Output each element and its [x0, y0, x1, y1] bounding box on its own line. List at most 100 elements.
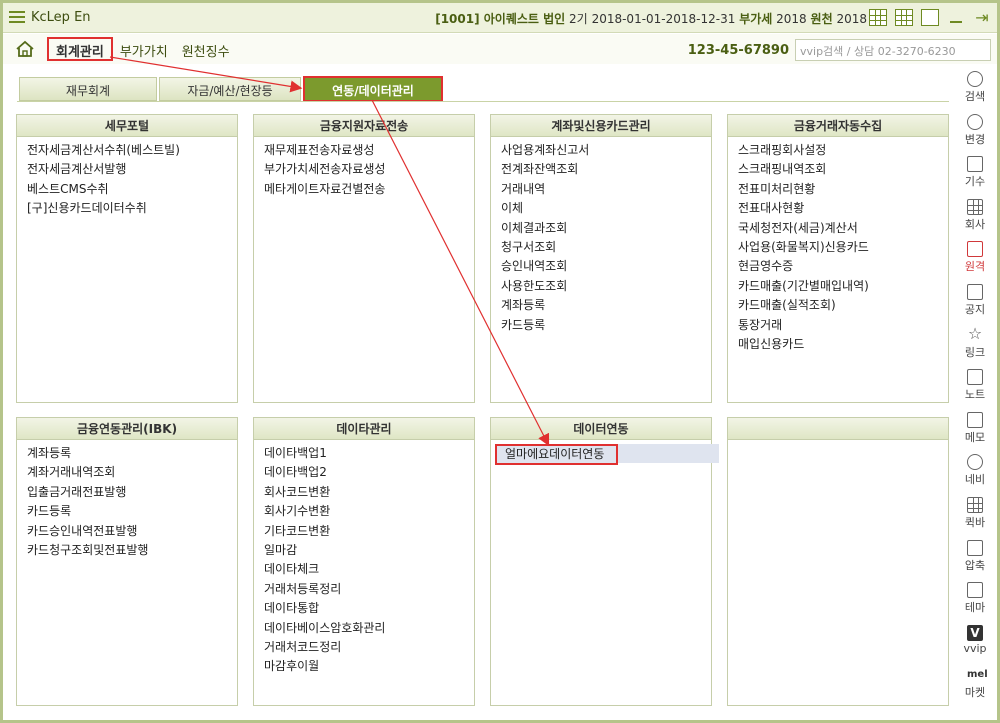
sidebar-item-remote[interactable]: 원격	[956, 241, 994, 280]
list-item[interactable]: 승인내역조회	[501, 257, 701, 276]
sidebar-label: 회사	[964, 217, 986, 231]
calculator-icon[interactable]	[869, 9, 887, 26]
list-item[interactable]: 계좌등록	[501, 296, 701, 315]
list-item[interactable]: 거래처코드정리	[264, 638, 464, 657]
list-item[interactable]: 카드청구조회및전표발행	[27, 541, 227, 560]
list-item[interactable]: 데이타통합	[264, 599, 464, 618]
layout-icon[interactable]	[895, 9, 913, 26]
company-period-info: [1001] 아이퀘스트 법인 2기 2018-01-01-2018-12-31…	[435, 10, 867, 27]
hamburger-menu-icon[interactable]	[9, 11, 25, 23]
sidebar-item-memo[interactable]: 메모	[956, 411, 994, 451]
compress-icon	[967, 539, 983, 556]
home-icon[interactable]	[15, 40, 35, 58]
panel-data-management: 데이타관리 데이타백업1 데이타백업2 회사코드변환 회사기수변환 기타코드변환…	[253, 417, 475, 706]
list-item[interactable]: 베스트CMS수취	[27, 180, 227, 199]
menu-withholding[interactable]: 원천징수	[175, 37, 237, 61]
sidebar-label: 기수	[964, 175, 986, 189]
panel-list: 얼마에요데이터연동	[491, 440, 719, 467]
list-item[interactable]: 통장거래	[738, 316, 938, 335]
list-item[interactable]: 사용한도조회	[501, 277, 701, 296]
list-item-selected[interactable]: 얼마에요데이터연동	[495, 444, 719, 465]
list-item[interactable]: 전자세금계산서수취(베스트빌)	[27, 141, 227, 160]
list-item[interactable]: 부가가치세전송자료생성	[264, 160, 464, 179]
remote-icon	[967, 241, 983, 258]
market-icon: mel	[967, 669, 988, 681]
list-item[interactable]: 카드등록	[27, 502, 227, 521]
list-item[interactable]: 메타게이트자료건별전송	[264, 180, 464, 199]
sidebar-item-quickbar[interactable]: 퀵바	[956, 496, 994, 536]
business-number: 123-45-67890	[687, 43, 789, 58]
navi-icon	[967, 454, 983, 471]
list-item[interactable]: 계좌등록	[27, 444, 227, 463]
window-controls: ⇥	[869, 9, 991, 26]
sidebar-item-period[interactable]: 기수	[956, 156, 994, 195]
list-item[interactable]: 데이타백업1	[264, 444, 464, 463]
sidebar-item-change[interactable]: 변경	[956, 113, 994, 153]
sidebar-item-navi[interactable]: 네비	[956, 454, 994, 493]
list-item[interactable]: 데이타백업2	[264, 463, 464, 482]
app-window: KcLep En [1001] 아이퀘스트 법인 2기 2018-01-01-2…	[0, 0, 1000, 723]
list-item[interactable]: 카드승인내역전표발행	[27, 522, 227, 541]
vvip-search-input[interactable]: vvip검색 / 상담 02-3270-6230	[795, 39, 991, 61]
list-item[interactable]: 청구서조회	[501, 238, 701, 257]
sidebar-item-market[interactable]: mel 마켓	[956, 667, 994, 706]
list-item[interactable]: 사업용계좌신고서	[501, 141, 701, 160]
list-item[interactable]: [구]신용카드데이터수취	[27, 199, 227, 218]
panel-empty	[727, 417, 949, 706]
list-item[interactable]: 일마감	[264, 541, 464, 560]
panel-title: 계좌및신용카드관리	[491, 115, 711, 137]
list-item[interactable]: 회사기수변환	[264, 502, 464, 521]
sidebar-label: 노트	[964, 388, 986, 402]
list-item[interactable]: 전계좌잔액조회	[501, 160, 701, 179]
list-item[interactable]: 매입신용카드	[738, 335, 938, 354]
list-item[interactable]: 전자세금계산서발행	[27, 160, 227, 179]
list-item[interactable]: 이체결과조회	[501, 219, 701, 238]
sidebar-item-vvip[interactable]: Vvvip	[956, 624, 994, 664]
list-item[interactable]: 마감후이월	[264, 657, 464, 676]
company-info[interactable]: [1001] 아이퀘스트 법인	[435, 12, 565, 26]
withholding-year: 2018	[836, 12, 867, 26]
sidebar-label: 네비	[964, 473, 986, 487]
list-item[interactable]: 사업용(화물복지)신용카드	[738, 238, 938, 257]
minimize-icon[interactable]	[947, 9, 965, 26]
sidebar-item-compress[interactable]: 압축	[956, 539, 994, 579]
sidebar-item-search[interactable]: 검색	[956, 71, 994, 110]
list-item[interactable]: 거래처등록정리	[264, 580, 464, 599]
list-item[interactable]: 회사코드변환	[264, 483, 464, 502]
list-item[interactable]: 국세청전자(세금)계산서	[738, 219, 938, 238]
list-item[interactable]: 전표대사현황	[738, 199, 938, 218]
sidebar-item-link[interactable]: ☆ 링크	[956, 325, 994, 366]
memo-icon	[967, 411, 983, 428]
users-icon	[967, 113, 983, 130]
list-item[interactable]: 입출금거래전표발행	[27, 483, 227, 502]
sidebar-item-theme[interactable]: 테마	[956, 582, 994, 621]
list-item[interactable]: 스크래핑내역조회	[738, 160, 938, 179]
sidebar-item-notice[interactable]: 공지	[956, 283, 994, 323]
list-item[interactable]: 데이타베이스암호화관리	[264, 619, 464, 638]
menu-accounting[interactable]: 회계관리	[47, 37, 113, 61]
list-item[interactable]: 재무제표전송자료생성	[264, 141, 464, 160]
list-item[interactable]: 현금영수증	[738, 257, 938, 276]
split-view-icon[interactable]	[921, 9, 939, 26]
list-item[interactable]: 이체	[501, 199, 701, 218]
list-item[interactable]: 카드매출(실적조회)	[738, 296, 938, 315]
menu-vat[interactable]: 부가가치	[113, 37, 175, 61]
sidebar-item-note[interactable]: 노트	[956, 369, 994, 408]
list-item[interactable]: 거래내역	[501, 180, 701, 199]
list-item[interactable]: 카드등록	[501, 316, 701, 335]
tab-integration-data[interactable]: 연동/데이터관리	[303, 76, 443, 102]
list-item[interactable]: 데이타체크	[264, 560, 464, 579]
sidebar-label: 마켓	[964, 686, 986, 700]
panel-list: 데이타백업1 데이타백업2 회사코드변환 회사기수변환 기타코드변환 일마감 데…	[254, 440, 474, 681]
tab-funds-budget[interactable]: 자금/예산/현장등	[159, 77, 301, 101]
list-item[interactable]: 전표미처리현황	[738, 180, 938, 199]
sidebar-item-company[interactable]: 회사	[956, 198, 994, 238]
tab-financial-accounting[interactable]: 재무회계	[19, 77, 157, 101]
list-item[interactable]: 카드매출(기간별매입내역)	[738, 277, 938, 296]
module-tabs: 재무회계 자금/예산/현장등 연동/데이터관리	[19, 76, 445, 102]
list-item[interactable]: 계좌거래내역조회	[27, 463, 227, 482]
exit-icon[interactable]: ⇥	[973, 9, 991, 26]
list-item[interactable]: 스크래핑회사설정	[738, 141, 938, 160]
list-item[interactable]: 기타코드변환	[264, 522, 464, 541]
building-icon	[967, 198, 983, 215]
